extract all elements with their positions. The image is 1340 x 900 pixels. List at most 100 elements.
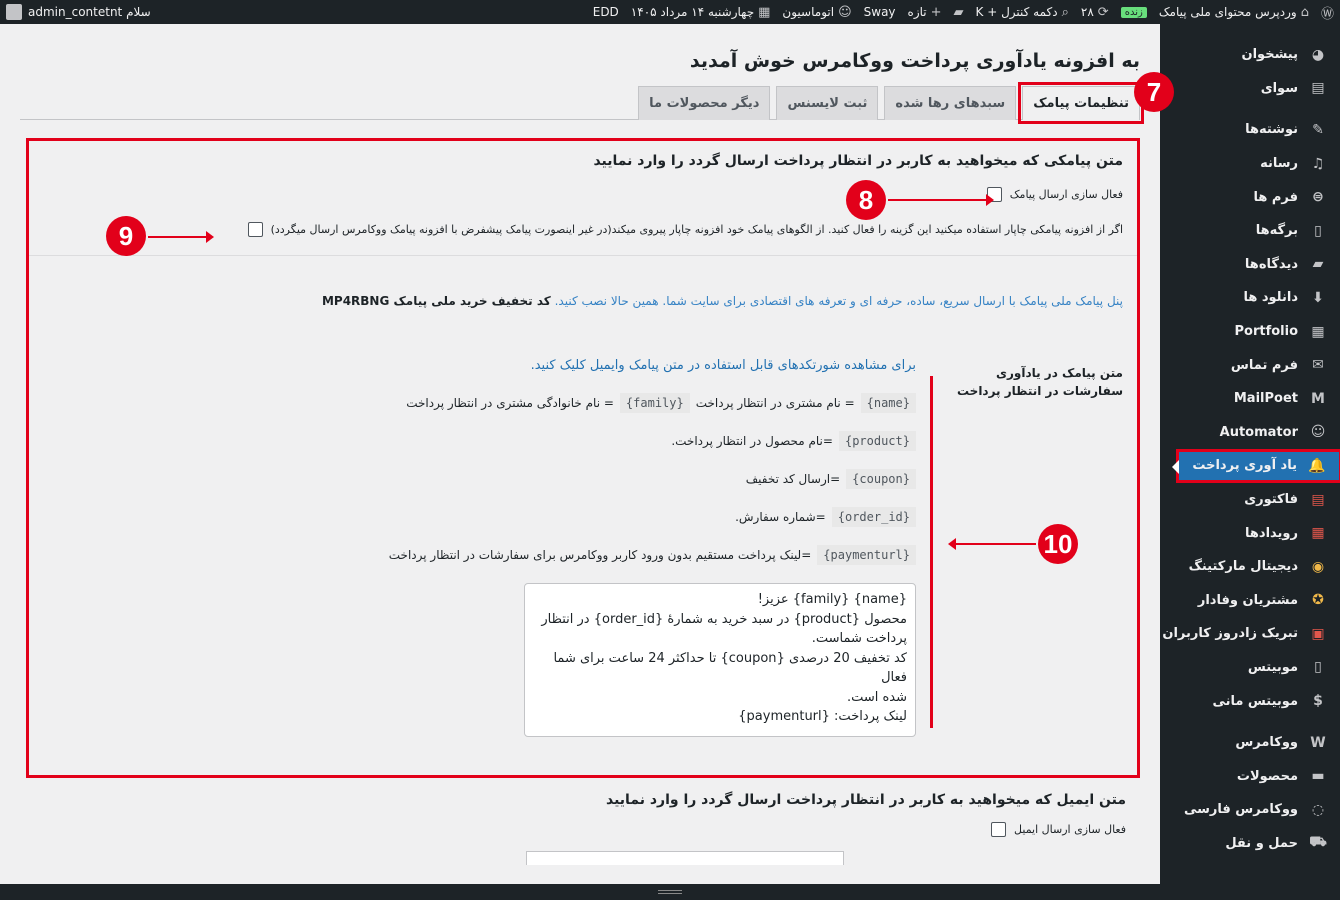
sms-enable-label: فعال سازی ارسال پیامک — [1009, 188, 1123, 201]
sidebar-item-events[interactable]: ▦ رویدادها — [1160, 516, 1340, 550]
tab-sms-settings[interactable]: تنظیمات پیامک — [1018, 82, 1144, 124]
sidebar-item-posts[interactable]: ✎ نوشته‌ها — [1160, 113, 1340, 147]
email-subject-input[interactable] — [526, 851, 844, 865]
callout-arrow — [148, 231, 214, 243]
tab-license[interactable]: ثبت لایسنس — [776, 86, 879, 120]
sidebar-item-comments[interactable]: ▰ دیدگاه‌ها — [1160, 248, 1340, 282]
sidebar-item-loyal-customers[interactable]: ✪ مشتریان وفادار — [1160, 584, 1340, 618]
sms-template-textarea[interactable]: {name} {family} عزیز! محصول {product} در… — [524, 583, 916, 737]
sidebar-item-digital-marketing[interactable]: ◉ دیجیتال مارکتینگ — [1160, 550, 1340, 584]
sidebar-item-pages[interactable]: ▯ برگه‌ها — [1160, 214, 1340, 248]
medal-icon: ✪ — [1312, 592, 1324, 609]
automator-icon: ☺ — [1310, 424, 1326, 441]
sms-settings-section: متن پیامکی که میخواهید به کاربر در انتظا… — [26, 138, 1140, 778]
admin-bar: Ⓦ ⌂ وردپرس محتوای ملی پیامک زنده ⟳ ۲۸ ⌕ دکم… — [0, 0, 1340, 24]
email-heading: متن ایمیل که میخواهید به کاربر در انتظار… — [606, 792, 1126, 808]
robot-icon: ☺ — [838, 4, 852, 20]
chapar-checkbox[interactable] — [247, 222, 263, 237]
shortcode-desc: =لینک پرداخت مستقیم بدون ورود کاربر ووکا… — [388, 548, 812, 562]
media-icon: ♫ — [1311, 155, 1325, 172]
sidebar-item-mailpoet[interactable]: M MailPoet — [1160, 382, 1340, 416]
sidebar-item-media[interactable]: ♫ رسانه — [1160, 147, 1340, 181]
divider — [29, 255, 1137, 256]
woo-fa-icon: ◌ — [1311, 801, 1325, 818]
promo-link[interactable]: پنل پیامک ملی پیامک با ارسال سریع، ساده،… — [555, 294, 1123, 308]
resize-grip-icon[interactable] — [658, 890, 682, 894]
date-display: ▦ چهارشنبه ۱۴ مرداد ۱۴۰۵ — [630, 4, 771, 20]
wp-logo-icon[interactable]: Ⓦ — [1321, 3, 1334, 22]
shortcode-code: {name} — [860, 393, 916, 413]
bottom-bar — [0, 884, 1340, 900]
woo-icon: W — [1310, 734, 1326, 751]
settings-tabs: تنظیمات پیامک سبدهای رها شده ثبت لایسنس … — [20, 82, 1144, 124]
live-badge: زنده — [1120, 6, 1147, 18]
sidebar-item-shipping[interactable]: ⛟ حمل و نقل — [1160, 827, 1340, 861]
shortcode-code: {family} — [619, 393, 690, 413]
email-enable-row: فعال سازی ارسال ایمیل — [20, 822, 1126, 837]
sidebar-item-mobits-money[interactable]: $ موبیتس مانی — [1160, 684, 1340, 718]
message-line: شده است. — [846, 689, 907, 705]
tab-other-products[interactable]: دیگر محصولات ما — [638, 86, 771, 120]
sidebar-item-birthday[interactable]: ▣ تبریک زادروز کاربران — [1160, 617, 1340, 651]
cake-icon: ▣ — [1311, 625, 1325, 642]
mail-icon: ✉ — [1312, 357, 1324, 374]
shortcode-row: {coupon} =ارسال کد تخفیف — [173, 467, 916, 491]
sidebar-item-automator[interactable]: ☺ Automator — [1160, 416, 1340, 450]
callout-marker: 10 — [1038, 524, 1078, 564]
shortcode-desc: = نام مشتری در انتظار پرداخت — [695, 396, 855, 410]
shortcode-code: {order_id} — [831, 507, 916, 527]
home-icon: ⌂ — [1300, 4, 1309, 20]
callout-arrow — [948, 538, 1036, 550]
sidebar-item-sway[interactable]: ▤ سوای — [1160, 72, 1340, 106]
shortcode-row: {paymenturl} =لینک پرداخت مستقیم بدون ور… — [173, 543, 916, 567]
portfolio-icon: ▦ — [1311, 323, 1325, 340]
callout-marker: 7 — [1134, 72, 1174, 112]
sidebar-item-dashboard[interactable]: ◕ پیشخوان — [1160, 38, 1340, 72]
sidebar-item-contact-form[interactable]: ✉ فرم تماس — [1160, 348, 1340, 382]
sidebar-item-products[interactable]: ▬ محصولات — [1160, 759, 1340, 793]
comment-icon: ▰ — [1312, 256, 1324, 273]
page-title: به افزونه یادآوری پرداخت ووکامرس خوش آمد… — [689, 50, 1140, 72]
shortcodes-hint-link[interactable]: برای مشاهده شورتکدهای قابل استفاده در مت… — [173, 358, 916, 373]
sidebar-item-payment-reminder[interactable]: 🔔 یاد آوری پرداخت — [1172, 449, 1340, 483]
user-account[interactable]: سلام admin_contetnt — [6, 4, 151, 20]
phone-icon: ▯ — [1314, 659, 1322, 676]
dashboard-icon: ◕ — [1311, 46, 1325, 63]
pages-icon: ▯ — [1314, 222, 1322, 239]
sidebar-item-woocommerce-persian[interactable]: ◌ ووکامرس فارسی — [1160, 793, 1340, 827]
shortcode-desc: = نام خانوادگی مشتری در انتظار پرداخت — [406, 396, 614, 410]
sidebar-item-mobits[interactable]: ▯ موبیتس — [1160, 651, 1340, 685]
archive-icon: ▬ — [1311, 768, 1325, 785]
search-icon: ⌕ — [1061, 4, 1069, 20]
shortcode-code: {product} — [838, 431, 916, 451]
sidebar-item-invoice[interactable]: ▤ فاکتوری — [1160, 483, 1340, 517]
chapar-label: اگر از افزونه پیامکی چاپار استفاده میکنی… — [270, 223, 1123, 236]
sidebar-item-forms[interactable]: ⊜ فرم ها — [1160, 180, 1340, 214]
edd-link[interactable]: EDD — [593, 5, 619, 19]
tab-abandoned-carts[interactable]: سبدهای رها شده — [884, 86, 1017, 120]
callout-marker: 9 — [106, 216, 146, 256]
command-palette-button[interactable]: ⌕ دکمه کنترل + K — [976, 5, 1069, 20]
sway-link[interactable]: Sway — [864, 5, 896, 19]
message-line: لینک پرداخت: {paymenturl} — [738, 709, 907, 724]
automation-link[interactable]: ☺ اتوماسیون — [782, 5, 851, 20]
sidebar-item-downloads[interactable]: ⬇ دانلود ها — [1160, 281, 1340, 315]
refresh-icon: ⟳ — [1097, 4, 1109, 20]
message-line: پرداخت شماست. — [811, 631, 907, 646]
sidebar-item-woocommerce[interactable]: W ووکامرس — [1160, 726, 1340, 760]
sidebar-item-portfolio[interactable]: ▦ Portfolio — [1160, 315, 1340, 349]
message-line: {name} {family} عزیز! — [757, 592, 907, 607]
email-enable-checkbox[interactable] — [991, 822, 1007, 837]
sms-template-body: برای مشاهده شورتکدهای قابل استفاده در مت… — [173, 358, 933, 737]
shortcode-desc: =شماره سفارش. — [735, 510, 826, 524]
sms-template-label: متن پیامک در یادآوری سفارشات در انتظار پ… — [956, 366, 1123, 398]
updates-link[interactable]: ⟳ ۲۸ — [1081, 5, 1109, 20]
bell-icon: 🔔 — [1308, 457, 1326, 474]
comments-link[interactable]: ▰ — [954, 5, 964, 20]
shortcode-code: {coupon} — [846, 469, 916, 489]
megaphone-icon: ◉ — [1311, 558, 1325, 575]
avatar — [6, 4, 22, 20]
site-name-link[interactable]: ⌂ وردپرس محتوای ملی پیامک — [1159, 5, 1309, 20]
truck-icon: ⛟ — [1309, 834, 1327, 851]
new-content-link[interactable]: + تازه — [908, 5, 942, 20]
